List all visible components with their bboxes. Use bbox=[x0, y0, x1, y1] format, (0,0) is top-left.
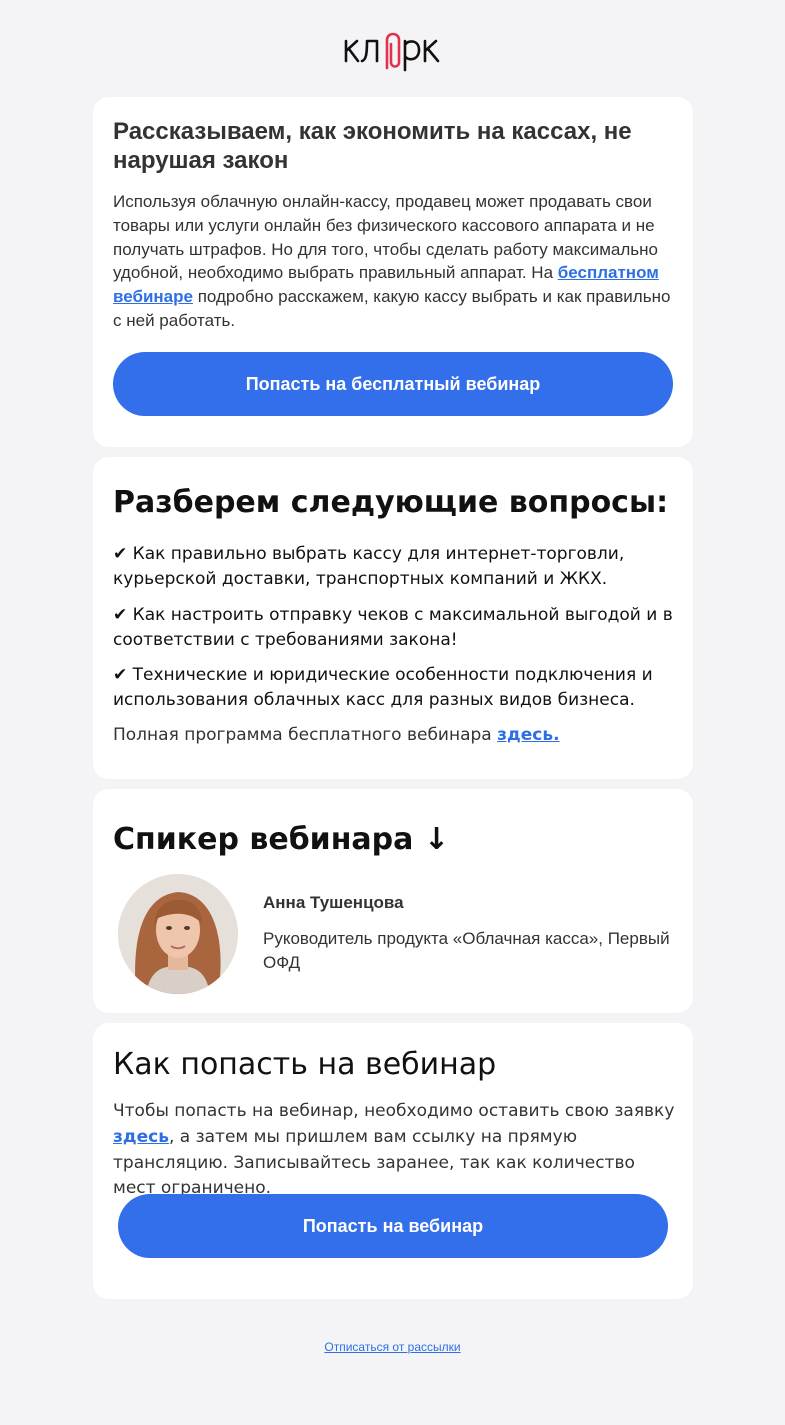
intro-title: Рассказываем, как экономить на кассах, н… bbox=[113, 118, 632, 174]
klerk-logo[interactable] bbox=[0, 30, 785, 72]
speaker-avatar bbox=[118, 874, 238, 994]
join-webinar-button[interactable]: Попасть на вебинар bbox=[118, 1194, 668, 1258]
questions-card: Разберем следующие вопросы: ✔ Как правил… bbox=[93, 457, 693, 779]
howto-text: Чтобы попасть на вебинар, необходимо ост… bbox=[113, 1099, 678, 1202]
howto-card: Как попасть на вебинар Чтобы попасть на … bbox=[93, 1023, 693, 1299]
footer: Отписаться от рассылки bbox=[0, 1340, 785, 1354]
question-item: ✔ Как правильно выбрать кассу для интерн… bbox=[113, 544, 625, 589]
question-item: ✔ Как настроить отправку чеков с максима… bbox=[113, 605, 673, 650]
intro-card: Рассказываем, как экономить на кассах, н… bbox=[93, 97, 693, 447]
howto-text-part: Чтобы попасть на вебинар, необходимо ост… bbox=[113, 1101, 675, 1121]
questions-title: Разберем следующие вопросы: bbox=[113, 485, 669, 520]
program-label: Полная программа бесплатного вебинара bbox=[113, 725, 498, 745]
question-item: ✔ Технические и юридические особенности … bbox=[113, 665, 653, 710]
application-link[interactable]: здесь bbox=[113, 1127, 169, 1147]
intro-text-part: подробно расскажем, какую кассу выбрать … bbox=[113, 287, 671, 330]
free-webinar-button[interactable]: Попасть на бесплатный вебинар bbox=[113, 352, 673, 416]
program-link[interactable]: здесь. bbox=[497, 725, 559, 745]
klerk-logo-icon bbox=[344, 32, 439, 72]
speaker-photo-icon bbox=[118, 874, 238, 994]
howto-title: Как попасть на вебинар bbox=[113, 1047, 497, 1082]
intro-text: Используя облачную онлайн-кассу, продаве… bbox=[113, 190, 675, 333]
speaker-name: Анна Тушенцова bbox=[263, 893, 404, 912]
speaker-card: Спикер вебинара ↓ Анна Тушенцова Руковод… bbox=[93, 789, 693, 1013]
program-text: Полная программа бесплатного вебинара зд… bbox=[113, 723, 673, 748]
speaker-role: Руководитель продукта «Облачная касса», … bbox=[263, 929, 670, 972]
howto-text-part: , а затем мы пришлем вам ссылку на пряму… bbox=[113, 1126, 635, 1199]
speaker-title: Спикер вебинара ↓ bbox=[113, 822, 449, 857]
unsubscribe-link[interactable]: Отписаться от рассылки bbox=[324, 1340, 460, 1354]
